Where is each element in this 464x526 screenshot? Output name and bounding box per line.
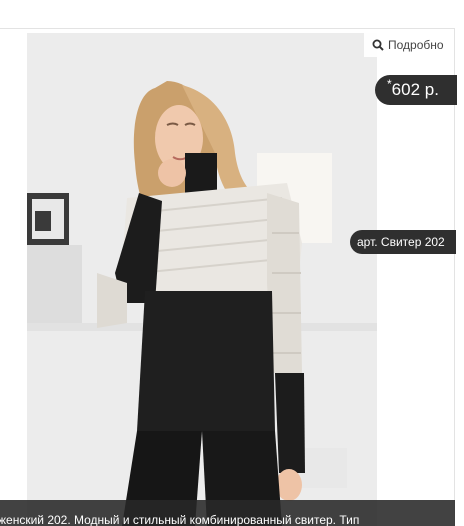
article-badge: арт. Свитер 202 (350, 230, 456, 254)
caption-text: женский 202. Модный и стильный комбиниро… (0, 513, 360, 526)
details-link[interactable]: Подробно (364, 33, 454, 57)
article-label: арт. Свитер 202 (357, 235, 445, 249)
search-icon (372, 39, 384, 51)
product-caption: женский 202. Модный и стильный комбиниро… (0, 500, 455, 526)
product-photo[interactable] (27, 33, 377, 526)
price-badge: *602 р. (375, 75, 457, 105)
details-label: Подробно (388, 38, 444, 52)
price-value: 602 р. (391, 80, 439, 99)
